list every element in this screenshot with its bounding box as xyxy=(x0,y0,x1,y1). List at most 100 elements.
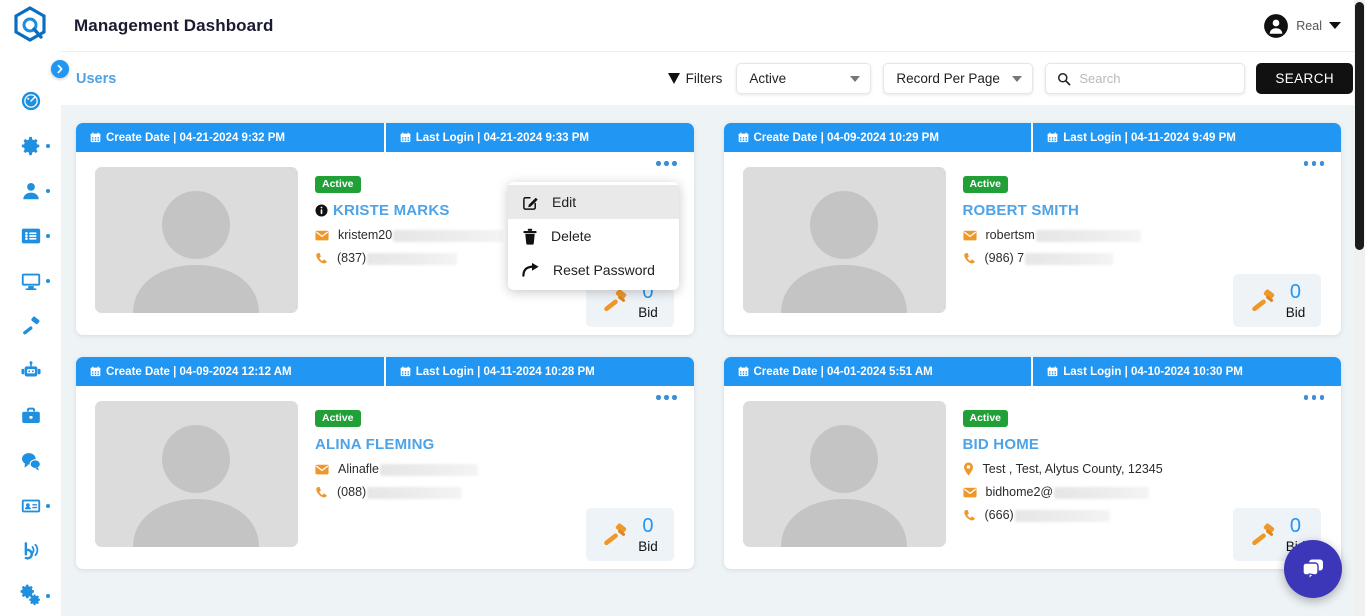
list-icon xyxy=(21,228,40,243)
card-phone-value: (088) xyxy=(337,485,367,499)
status-filter-value: Active xyxy=(749,71,787,86)
avatar-placeholder xyxy=(742,401,946,547)
breadcrumb: Users xyxy=(76,70,117,87)
calendar-icon xyxy=(738,366,748,377)
card-options-button[interactable] xyxy=(656,395,677,400)
user-menu[interactable]: Real xyxy=(1263,13,1341,39)
bid-label: Bid xyxy=(638,304,658,320)
filter-funnel-icon xyxy=(667,73,680,84)
submenu-dot xyxy=(46,278,50,283)
card-last-login-text: Last Login | 04-11-2024 10:28 PM xyxy=(415,365,595,378)
email-icon xyxy=(315,230,329,240)
gavel-icon xyxy=(1251,522,1274,545)
card-phone-value: (837) xyxy=(337,251,367,265)
sidebar-item-users[interactable] xyxy=(0,168,61,213)
chevron-down-icon xyxy=(1012,75,1023,82)
sidebar-item-list[interactable] xyxy=(0,213,61,258)
sidebar-item-tools[interactable] xyxy=(0,303,61,348)
submenu-dot xyxy=(46,593,50,598)
phone-icon xyxy=(316,486,327,497)
user-card[interactable]: Create Date | 04-09-2024 10:29 PM Last Lo… xyxy=(723,123,1341,335)
search-field[interactable] xyxy=(1045,63,1246,94)
trash-icon xyxy=(523,228,537,245)
bid-count: 0 xyxy=(1289,280,1302,303)
sidebar-item-dashboard[interactable] xyxy=(0,78,61,123)
context-menu-item-delete[interactable]: Delete xyxy=(508,219,679,253)
card-user-name[interactable]: ALINA FLEMING xyxy=(315,436,478,453)
chevron-down-icon[interactable] xyxy=(1329,22,1341,29)
card-info-column: Active ALINA FLEMING Alinafle (088) xyxy=(298,401,478,569)
app-logo[interactable] xyxy=(0,0,61,52)
card-user-name-text: ALINA FLEMING xyxy=(315,436,435,453)
search-input[interactable] xyxy=(1079,71,1245,86)
edit-pencil-icon xyxy=(523,196,538,210)
submenu-dot xyxy=(46,233,50,238)
filters-toggle[interactable]: Filters xyxy=(667,71,723,86)
card-create-date-text: Create Date | 04-21-2024 9:32 PM xyxy=(106,131,286,144)
person-silhouette-icon xyxy=(95,401,298,547)
card-phone-value: (666) xyxy=(984,508,1014,522)
search-button[interactable]: SEARCH xyxy=(1256,63,1353,94)
user-card[interactable]: Create Date | 04-01-2024 5:51 AM Last Log… xyxy=(723,357,1342,569)
card-phone-value: (986) 7 xyxy=(984,251,1025,265)
gavel-icon xyxy=(604,522,627,545)
card-user-name[interactable]: ROBERT SMITH xyxy=(963,202,1141,219)
context-menu-item-label: Edit xyxy=(552,194,577,210)
calendar-icon xyxy=(400,132,411,143)
sidebar-item-broadcast[interactable] xyxy=(0,528,61,573)
dashboard-speedometer-icon xyxy=(21,91,40,110)
card-header: Create Date | 04-21-2024 9:32 PM Last Log… xyxy=(76,123,694,152)
card-user-name-text: BID HOME xyxy=(962,436,1040,453)
records-per-page-select[interactable]: Record Per Page xyxy=(883,63,1034,94)
status-filter-select[interactable]: Active xyxy=(736,63,872,94)
email-icon xyxy=(962,487,977,497)
card-create-date-text: Create Date | 04-01-2024 5:51 AM xyxy=(753,365,933,378)
redacted-phone xyxy=(367,252,458,265)
card-body: Active BID HOME Test , Test, Alytus County… xyxy=(724,386,1342,569)
sidebar-item-contacts[interactable] xyxy=(0,483,61,528)
context-menu-item-edit[interactable]: Edit xyxy=(508,185,679,219)
info-icon[interactable] xyxy=(315,204,328,217)
redacted-email xyxy=(1054,486,1150,499)
avatar-placeholder xyxy=(95,401,298,547)
context-menu-item-reset-password[interactable]: Reset Password xyxy=(508,253,679,287)
expand-sidebar-button[interactable] xyxy=(51,60,69,78)
card-email-value: kristem20 xyxy=(338,228,393,242)
card-body: Active ALINA FLEMING Alinafle (088) 0 Bid xyxy=(76,386,694,569)
sidebar-item-monitor[interactable] xyxy=(0,258,61,303)
card-options-button[interactable] xyxy=(656,161,677,166)
sidebar-item-briefcase[interactable] xyxy=(0,393,61,438)
sidebar-item-chat[interactable] xyxy=(0,438,61,483)
vertical-scrollbar-thumb[interactable] xyxy=(1355,2,1364,250)
card-email-value: bidhome2@ xyxy=(985,485,1054,499)
calendar-icon xyxy=(738,132,748,143)
chat-bubbles-icon xyxy=(1302,559,1323,580)
card-user-name[interactable]: BID HOME xyxy=(963,436,1163,453)
card-user-name-text: KRISTE MARKS xyxy=(333,202,450,219)
vertical-scrollbar[interactable] xyxy=(1354,0,1365,616)
sidebar-item-settings[interactable] xyxy=(0,123,61,168)
sidebar-item-advanced-settings[interactable] xyxy=(0,573,61,616)
status-badge: Active xyxy=(962,176,1009,193)
card-last-login: Last Login | 04-21-2024 9:33 PM xyxy=(383,123,694,152)
card-address-row: Test , Test, Alytus County, 12345 xyxy=(963,462,1163,476)
user-card[interactable]: Create Date | 04-09-2024 12:12 AM Last Lo… xyxy=(76,357,694,569)
status-badge: Active xyxy=(315,410,361,427)
monitor-icon xyxy=(21,273,40,290)
card-info-column: Active ROBERT SMITH robertsm (986) 7 xyxy=(946,167,1141,335)
map-pin-icon xyxy=(963,462,973,476)
sidebar-item-robot[interactable] xyxy=(0,348,61,393)
gears-settings-icon xyxy=(20,584,40,606)
chat-widget-button[interactable] xyxy=(1284,540,1342,598)
filters-label: Filters xyxy=(685,71,723,86)
card-options-button[interactable] xyxy=(1303,395,1324,400)
card-options-button[interactable] xyxy=(1303,161,1324,166)
chevron-down-icon xyxy=(850,75,861,82)
card-header: Create Date | 04-01-2024 5:51 AM Last Log… xyxy=(723,357,1341,386)
card-create-date-text: Create Date | 04-09-2024 10:29 PM xyxy=(753,131,939,144)
calendar-icon xyxy=(90,366,101,377)
robot-icon xyxy=(20,360,41,376)
gear-icon xyxy=(21,136,39,155)
bid-label: Bid xyxy=(1285,304,1306,320)
card-user-name[interactable]: KRISTE MARKS xyxy=(315,202,503,219)
